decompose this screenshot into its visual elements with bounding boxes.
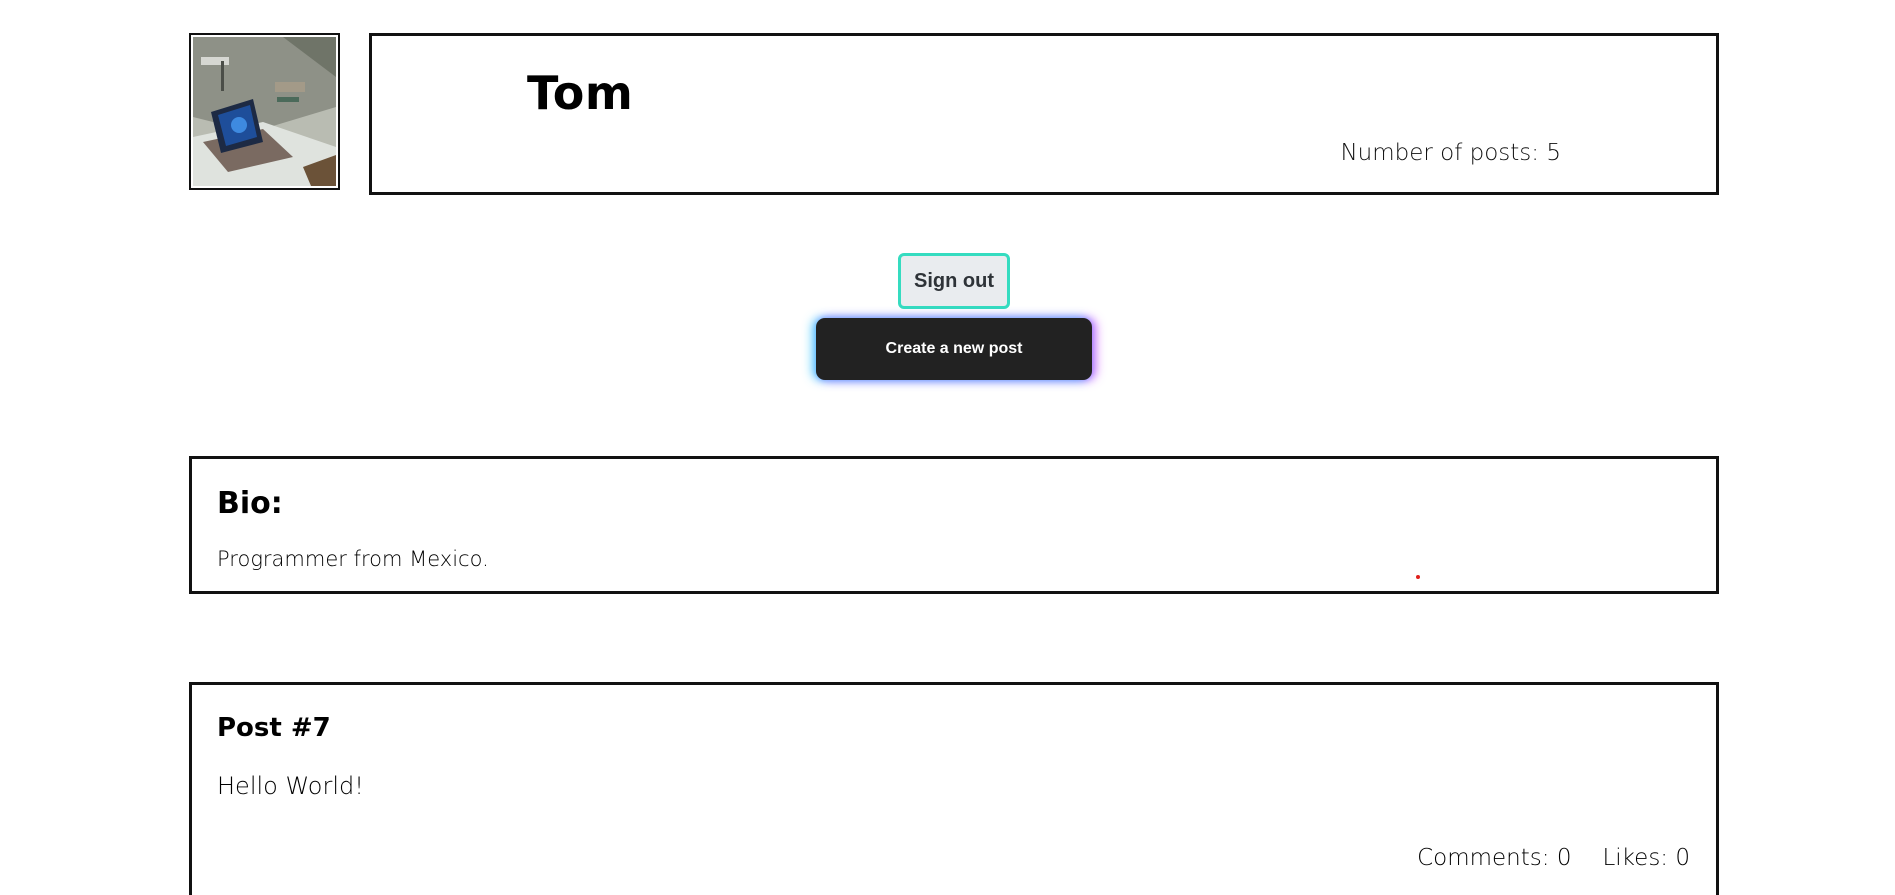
post-title[interactable]: Post #7 [217,713,331,743]
post-comments-count[interactable]: Comments: 0 [1417,845,1571,871]
post-card[interactable]: Post #7 Hello World! Comments: 0 Likes: … [189,682,1719,895]
profile-photo-icon [193,37,336,186]
post-body: Hello World! [217,772,364,800]
post-likes-count[interactable]: Likes: 0 [1602,845,1690,871]
post-count: Number of posts: 5 [1340,140,1561,166]
create-post-button[interactable]: Create a new post [816,318,1092,380]
profile-name: Tom [527,66,634,120]
avatar [189,33,340,190]
post-stats: Comments: 0 Likes: 0 [1417,845,1690,871]
profile-page: Tom Number of posts: 5 Sign out Create a… [0,0,1895,895]
bio-text: Programmer from Mexico. [217,547,489,571]
bio-heading: Bio: [217,486,283,521]
profile-header: Tom Number of posts: 5 [369,33,1719,195]
sign-out-button[interactable]: Sign out [898,253,1010,309]
red-dot-marker [1416,575,1420,579]
bio-card: Bio: Programmer from Mexico. [189,456,1719,594]
